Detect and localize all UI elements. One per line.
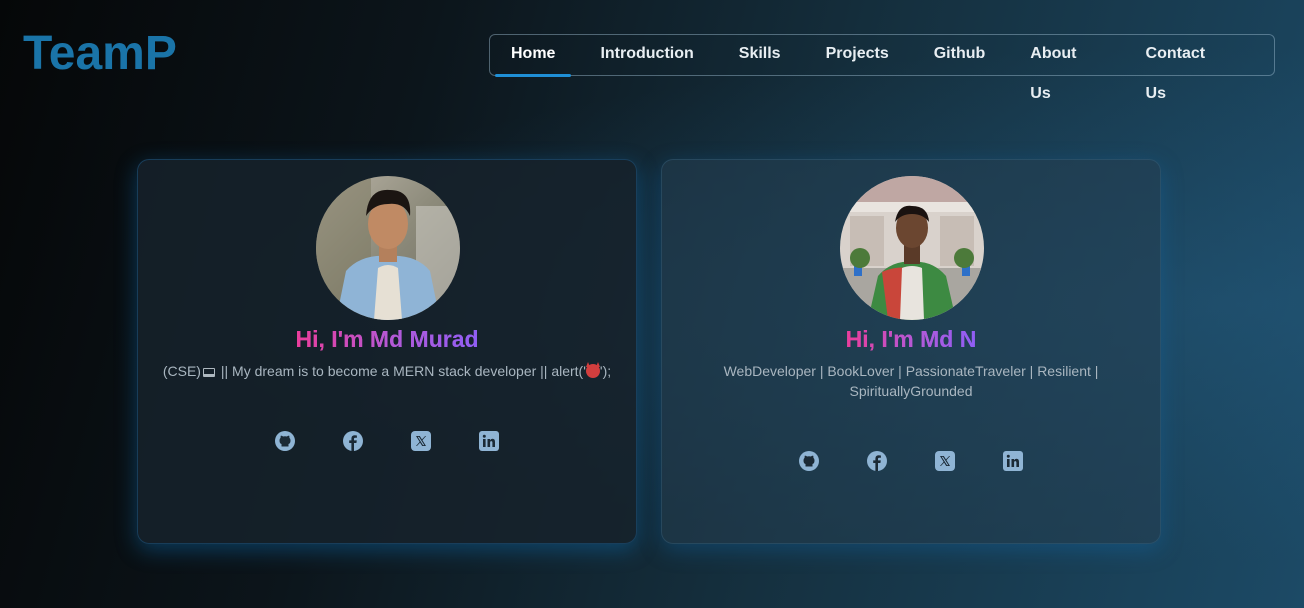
x-icon[interactable] [411, 431, 431, 451]
bio-middle: || My dream is to become a MERN stack de… [216, 363, 586, 379]
social-links-md-n [662, 451, 1160, 471]
github-icon[interactable] [799, 451, 819, 471]
social-links-murad [138, 431, 636, 451]
avatar-md-n [840, 176, 984, 320]
facebook-icon[interactable] [867, 451, 887, 471]
nav-item-about-us[interactable]: About Us [1030, 34, 1100, 102]
greeting-text: Hi, I'm Md Murad [295, 326, 479, 352]
devil-emoji-icon [585, 362, 600, 378]
bio-md-n: WebDeveloper | BookLover | PassionateTra… [723, 363, 1099, 399]
team-member-card-murad: Hi, I'm Md Murad (CSE) || My dream is to… [137, 159, 637, 544]
nav-item-projects[interactable]: Projects [826, 34, 889, 76]
avatar-murad [316, 176, 460, 320]
nav-item-skills[interactable]: Skills [739, 34, 781, 76]
linkedin-icon[interactable] [1003, 451, 1023, 471]
facebook-icon[interactable] [343, 431, 363, 451]
greeting-text: Hi, I'm Md N [845, 326, 977, 352]
nav-item-introduction[interactable]: Introduction [600, 34, 693, 76]
greeting-murad: Hi, I'm Md Murad [138, 326, 636, 353]
linkedin-icon[interactable] [479, 431, 499, 451]
bio-suffix: '); [599, 363, 612, 379]
nav-item-contact-us[interactable]: Contact Us [1146, 34, 1229, 102]
site-logo[interactable]: TeamP [23, 26, 177, 82]
x-icon[interactable] [935, 451, 955, 471]
greeting-md-n: Hi, I'm Md N [662, 326, 1160, 353]
nav-item-github[interactable]: Github [934, 34, 986, 76]
bio-murad: (CSE) || My dream is to become a MERN st… [158, 361, 616, 381]
github-icon[interactable] [275, 431, 295, 451]
bio-prefix: (CSE) [162, 363, 201, 379]
nav-item-home[interactable]: Home [494, 34, 573, 77]
laptop-emoji-icon [202, 368, 215, 377]
team-member-card-md-n: Hi, I'm Md N WebDeveloper | BookLover | … [661, 159, 1161, 544]
main-navigation: Home Introduction Skills Projects Github… [489, 34, 1275, 102]
